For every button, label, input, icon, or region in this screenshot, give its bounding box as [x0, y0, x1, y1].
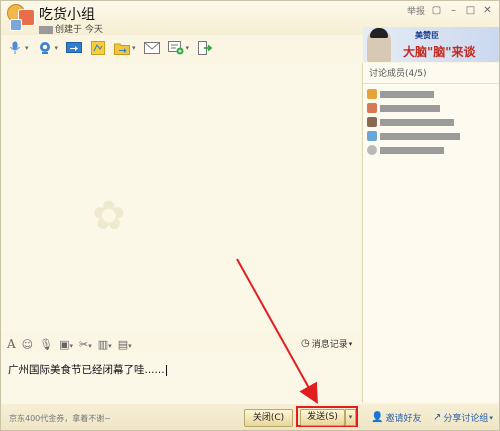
group-created-info: 创建于 今天 — [39, 22, 103, 35]
invite-label: 邀请好友 — [385, 414, 422, 424]
member-avatar — [367, 145, 377, 155]
send-highlight-box: 发送(S) ▾ — [296, 406, 358, 427]
chevron-down-icon[interactable]: ▾ — [25, 44, 29, 52]
ad-person-image — [367, 28, 391, 62]
whiteboard-icon — [90, 41, 106, 56]
history-label: 消息记录 — [311, 340, 348, 350]
member-name-redacted — [380, 132, 460, 140]
share-icon: ↗ — [433, 412, 442, 423]
member-avatar — [367, 89, 377, 99]
maximize-icon[interactable]: □ — [465, 5, 476, 16]
send-button[interactable]: 发送(S) — [300, 409, 345, 426]
message-history-area[interactable]: ✿ — [2, 63, 360, 331]
chart-icon[interactable]: ▥▾ — [98, 338, 112, 351]
file-transfer-button[interactable]: ▾ — [114, 40, 136, 56]
format-toolbar: A ☺ 🎙 ▣▾ ✂▾ ▥▾ ▤▾ — [7, 336, 138, 352]
message-input-text: 广州国际美食节已经闭幕了哇...... — [8, 362, 167, 377]
chevron-down-icon: ▾ — [348, 339, 353, 348]
members-panel-title: 讨论成员(4/5) — [363, 63, 499, 84]
user-add-icon: 👤 — [371, 412, 384, 423]
invite-friends-link[interactable]: 👤 邀请好友 — [371, 411, 421, 424]
member-name-redacted — [380, 118, 454, 126]
voice-message-icon[interactable]: 🎙 — [39, 338, 53, 351]
clock-icon: ◷ — [301, 338, 310, 349]
member-name-redacted — [380, 146, 444, 154]
report-link[interactable]: 举报 — [407, 4, 425, 17]
chevron-down-icon[interactable]: ▾ — [186, 44, 190, 52]
close-icon[interactable]: ✕ — [482, 5, 493, 16]
screen-share-icon — [66, 41, 83, 56]
apps-button[interactable]: ▾ — [167, 40, 190, 56]
promo-link[interactable]: 京东400代金券，拿着不谢~ — [9, 413, 111, 424]
whiteboard-button[interactable] — [90, 40, 106, 56]
screen-share-button[interactable] — [66, 40, 83, 56]
ad-slogan: 大脑"脑"来谈 — [403, 45, 476, 59]
apps-icon — [167, 41, 184, 56]
text-cursor — [165, 364, 167, 376]
created-text: 创建于 今天 — [55, 25, 103, 35]
video-icon — [37, 41, 53, 56]
chevron-down-icon: ▾ — [489, 413, 493, 422]
member-item[interactable] — [363, 129, 499, 143]
folder-icon — [114, 41, 131, 56]
bottom-bar: 京东400代金券，拿着不谢~ 关闭(C) 发送(S) ▾ 👤 邀请好友 ↗ 分享… — [1, 404, 499, 430]
exit-button[interactable] — [197, 40, 213, 56]
chat-window: 吃货小组 创建于 今天 举报 ▢ – □ ✕ ▾ ▾ ▾ ▾ 美赞臣 大脑"脑"… — [0, 0, 500, 431]
member-item[interactable] — [363, 143, 499, 157]
member-item[interactable] — [363, 115, 499, 129]
microphone-icon — [7, 41, 23, 56]
group-name: 吃货小组 — [39, 7, 95, 23]
member-avatar — [367, 103, 377, 113]
font-icon[interactable]: A — [7, 337, 16, 351]
ad-brand: 美赞臣 — [415, 31, 439, 40]
member-avatar — [367, 131, 377, 141]
minimize-icon[interactable]: – — [448, 5, 459, 16]
member-name-redacted — [380, 104, 440, 112]
share-label: 分享讨论组 — [443, 414, 489, 424]
input-value: 广州国际美食节已经闭幕了哇...... — [8, 364, 165, 376]
member-avatar — [367, 117, 377, 127]
send-options-dropdown[interactable]: ▾ — [345, 409, 356, 426]
message-history-button[interactable]: ◷ 消息记录 ▾ — [301, 337, 352, 350]
chevron-down-icon[interactable]: ▾ — [55, 44, 59, 52]
window-controls: 举报 ▢ – □ ✕ — [407, 4, 493, 17]
scissors-icon[interactable]: ✂▾ — [79, 338, 92, 351]
skin-icon[interactable]: ▢ — [431, 5, 442, 16]
more-tools-icon[interactable]: ▤▾ — [118, 338, 132, 351]
voice-button[interactable]: ▾ — [7, 40, 29, 56]
video-button[interactable]: ▾ — [37, 40, 59, 56]
share-group-link[interactable]: ↗ 分享讨论组 ▾ — [433, 411, 493, 424]
exit-icon — [197, 41, 213, 56]
message-input[interactable]: 广州国际美食节已经闭幕了哇...... — [2, 353, 360, 405]
emoji-icon[interactable]: ☺ — [22, 338, 33, 351]
advertisement-banner[interactable]: 美赞臣 大脑"脑"来谈 — [363, 27, 499, 62]
chevron-down-icon[interactable]: ▾ — [132, 44, 136, 52]
members-panel: 讨论成员(4/5) — [362, 63, 499, 402]
member-name-redacted — [380, 90, 434, 98]
background-watermark: ✿ — [92, 193, 126, 239]
chat-toolbar: ▾ ▾ ▾ ▾ — [7, 39, 221, 57]
image-icon[interactable]: ▣▾ — [59, 338, 73, 351]
mail-icon — [143, 41, 160, 56]
member-item[interactable] — [363, 87, 499, 101]
group-avatar[interactable] — [7, 4, 35, 31]
mail-button[interactable] — [143, 40, 160, 56]
close-button[interactable]: 关闭(C) — [244, 409, 293, 427]
member-item[interactable] — [363, 101, 499, 115]
